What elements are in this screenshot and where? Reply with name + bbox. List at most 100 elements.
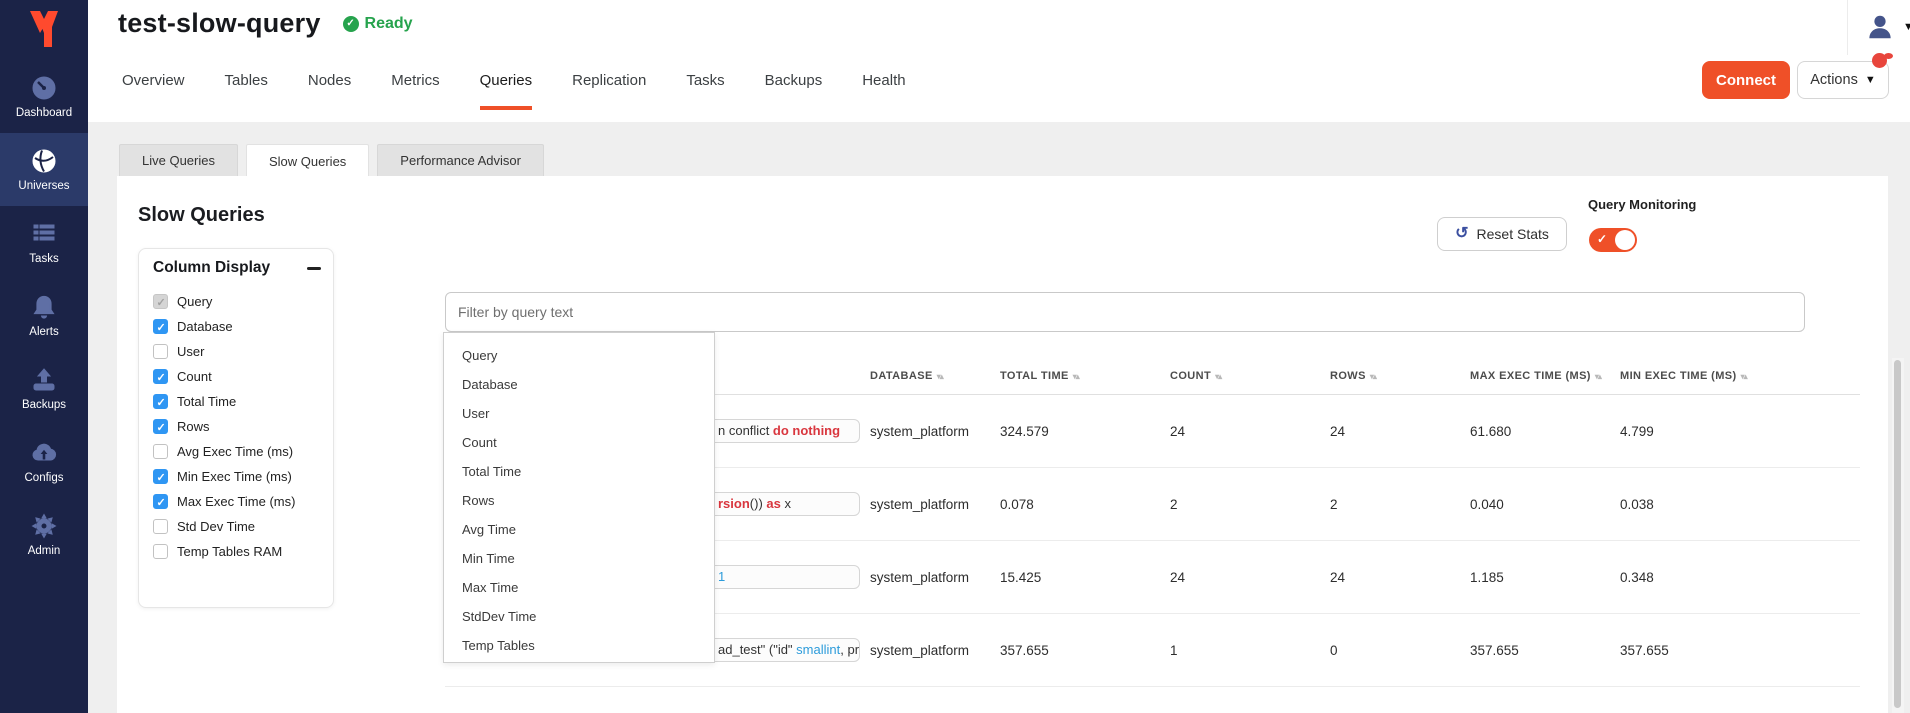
query-monitoring-label: Query Monitoring [1588,197,1696,212]
cell-count: 24 [1170,424,1330,439]
column-header-total-time[interactable]: TOTAL TIME▾▴ [1000,370,1170,382]
checkbox-icon[interactable] [153,519,168,534]
sidebar-nav: Dashboard Universes TasksAlerts Backups Conf… [0,60,88,571]
column-checkbox-count[interactable]: Count [153,364,323,389]
cell-database: system_platform [870,570,1000,585]
checkbox-label: Query [177,294,212,309]
checkbox-icon[interactable] [153,494,168,509]
checkbox-icon[interactable] [153,319,168,334]
tab-nodes[interactable]: Nodes [308,72,351,110]
user-menu[interactable]: ▼ [1865,12,1910,42]
column-checkbox-avg-exec-time-ms-[interactable]: Avg Exec Time (ms) [153,439,323,464]
query-filter-input[interactable] [445,292,1805,332]
dropdown-item-count[interactable]: Count [444,428,714,457]
tab-overview[interactable]: Overview [122,72,185,110]
sort-arrows-icon[interactable]: ▾▴ [937,372,943,381]
checkbox-label: Max Exec Time (ms) [177,494,295,509]
column-checkbox-std-dev-time[interactable]: Std Dev Time [153,514,323,539]
reset-icon: ↺ [1455,226,1468,242]
filter-dropdown: QueryDatabaseUserCountTotal TimeRowsAvg … [443,332,715,663]
tab-tables[interactable]: Tables [225,72,268,110]
yugabyte-logo-icon[interactable] [0,6,88,52]
sidebar-item-tasks[interactable]: Tasks [0,206,88,279]
cell-database: system_platform [870,497,1000,512]
column-display-card: Column Display QueryDatabaseUserCountTot… [138,248,334,608]
sidebar-item-backups[interactable]: Backups [0,352,88,425]
dropdown-item-max-time[interactable]: Max Time [444,573,714,602]
dropdown-item-rows[interactable]: Rows [444,486,714,515]
dropdown-item-avg-time[interactable]: Avg Time [444,515,714,544]
column-header-rows[interactable]: ROWS▾▴ [1330,370,1470,382]
cell-rows: 24 [1330,570,1470,585]
sidebar-item-configs[interactable]: Configs [0,425,88,498]
sidebar-item-universes[interactable]: Universes [0,133,88,206]
tab-health[interactable]: Health [862,72,905,110]
dropdown-item-stddev-time[interactable]: StdDev Time [444,602,714,631]
cell-max: 357.655 [1470,643,1620,658]
column-checkbox-total-time[interactable]: Total Time [153,389,323,414]
dropdown-item-database[interactable]: Database [444,370,714,399]
dropdown-item-query[interactable]: Query [444,341,714,370]
subtab-slow-queries[interactable]: Slow Queries [246,144,369,177]
collapse-icon[interactable] [307,267,321,270]
column-checkbox-temp-tables-ram[interactable]: Temp Tables RAM [153,539,323,564]
column-checkbox-user[interactable]: User [153,339,323,364]
checkbox-icon[interactable] [153,369,168,384]
checkbox-icon[interactable] [153,344,168,359]
subtab-live-queries[interactable]: Live Queries [119,144,238,176]
column-checkbox-database[interactable]: Database [153,314,323,339]
sort-arrows-icon[interactable]: ▾▴ [1595,372,1601,381]
tab-tasks[interactable]: Tasks [686,72,724,110]
toggle-knob [1615,230,1635,250]
bell-icon [31,294,57,320]
column-checkbox-min-exec-time-ms-[interactable]: Min Exec Time (ms) [153,464,323,489]
sidebar-item-alerts[interactable]: Alerts [0,279,88,352]
screen: DashboardUniversesTasksAlertsBackupsConf… [0,0,1910,713]
column-checkbox-max-exec-time-ms-[interactable]: Max Exec Time (ms) [153,489,323,514]
dropdown-item-min-time[interactable]: Min Time [444,544,714,573]
sidebar-item-label: Universes [18,180,69,192]
dropdown-item-total-time[interactable]: Total Time [444,457,714,486]
column-header-min-exec-time-ms-[interactable]: MIN EXEC TIME (MS)▾▴ [1620,370,1860,382]
cell-database: system_platform [870,424,1000,439]
checkbox-icon[interactable] [153,444,168,459]
dropdown-item-user[interactable]: User [444,399,714,428]
checkbox-icon[interactable] [153,394,168,409]
column-checkbox-rows[interactable]: Rows [153,414,323,439]
reset-stats-button[interactable]: ↺ Reset Stats [1437,217,1567,251]
query-monitoring-toggle[interactable]: ✓ [1589,228,1637,252]
sidebar-item-admin[interactable]: Admin [0,498,88,571]
checkbox-icon[interactable] [153,469,168,484]
cell-max: 0.040 [1470,497,1620,512]
cell-min: 0.348 [1620,570,1860,585]
globe-icon [31,148,57,174]
checkbox-label: Temp Tables RAM [177,544,282,559]
cell-total_time: 15.425 [1000,570,1170,585]
sidebar: Dashboard Universes TasksAlerts Backups Conf… [0,0,88,713]
sidebar-item-label: Dashboard [16,107,72,119]
column-checkbox-query: Query [153,289,323,314]
checkbox-icon[interactable] [153,544,168,559]
scrollbar-track[interactable] [1892,358,1904,713]
chevron-down-icon: ▼ [1903,21,1910,33]
subtab-performance-advisor[interactable]: Performance Advisor [377,144,544,176]
tab-queries[interactable]: Queries [480,72,533,110]
sidebar-item-dashboard[interactable]: Dashboard [0,60,88,133]
tab-metrics[interactable]: Metrics [391,72,439,110]
tab-backups[interactable]: Backups [765,72,823,110]
header: test-slow-query ✓ Ready OverviewTablesNo… [88,0,1910,122]
column-header-database[interactable]: DATABASE▾▴ [870,370,1000,382]
column-header-count[interactable]: COUNT▾▴ [1170,370,1330,382]
sort-arrows-icon[interactable]: ▾▴ [1370,372,1376,381]
sidebar-item-label: Admin [28,545,61,557]
sort-arrows-icon[interactable]: ▾▴ [1741,372,1747,381]
sort-arrows-icon[interactable]: ▾▴ [1073,372,1079,381]
sort-arrows-icon[interactable]: ▾▴ [1215,372,1221,381]
dropdown-item-temp-tables[interactable]: Temp Tables [444,631,714,660]
connect-button[interactable]: Connect [1702,61,1790,99]
checkbox-icon[interactable] [153,419,168,434]
sidebar-item-label: Backups [22,399,66,411]
scrollbar-thumb[interactable] [1894,360,1901,708]
tab-replication[interactable]: Replication [572,72,646,110]
column-header-max-exec-time-ms-[interactable]: MAX EXEC TIME (MS)▾▴ [1470,370,1620,382]
